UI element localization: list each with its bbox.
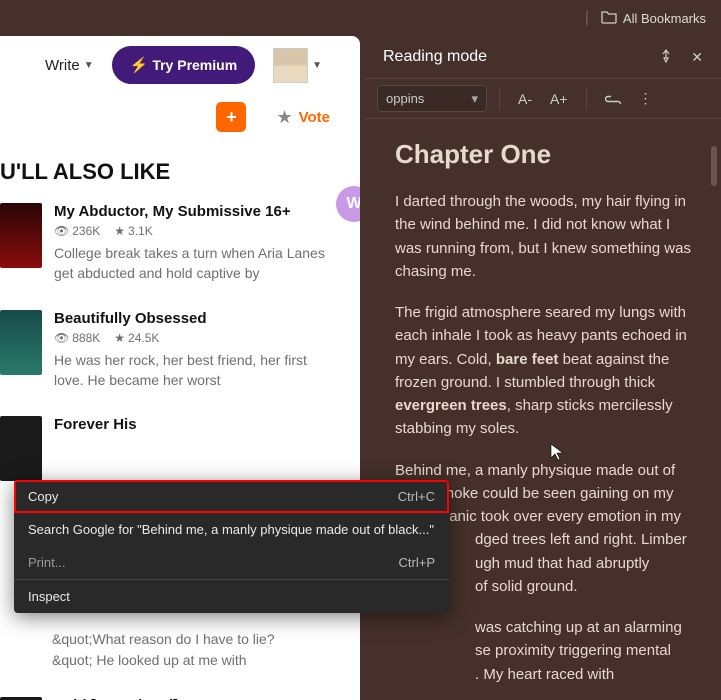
views-stat: 👁888K — [54, 331, 100, 345]
reader-header-actions: ✕ — [659, 49, 703, 66]
link-icon[interactable] — [599, 87, 627, 111]
separator: | — [585, 9, 589, 27]
font-select[interactable]: oppins — [377, 85, 487, 112]
story-cover — [0, 310, 42, 375]
eye-icon: 👁 — [54, 331, 69, 345]
toolbar-separator — [499, 88, 500, 110]
toolbar-separator — [586, 88, 587, 110]
story-desc: He was her rock, her best friend, her fi… — [54, 350, 340, 391]
action-row: + ★ Vote — [0, 94, 360, 144]
more-icon[interactable]: ⋮ — [633, 86, 659, 111]
font-name: oppins — [386, 91, 424, 106]
story-stats: 👁888K ★24.5K — [54, 331, 340, 345]
star-icon: ★ — [114, 331, 125, 345]
reading-mode-title: Reading mode — [383, 48, 487, 66]
write-label: Write — [45, 57, 80, 74]
context-print[interactable]: Print... Ctrl+P — [14, 546, 449, 579]
reader-toolbar: oppins A- A+ ⋮ — [365, 78, 721, 119]
print-label: Print... — [28, 555, 66, 570]
left-header: Write ▼ ⚡ Try Premium ▼ — [0, 36, 360, 94]
reader-header: Reading mode ✕ — [365, 36, 721, 78]
font-decrease-button[interactable]: A- — [512, 87, 538, 111]
story-item[interactable]: Beautifully Obsessed 👁888K ★24.5K He was… — [0, 302, 360, 409]
context-search[interactable]: Search Google for "Behind me, a manly ph… — [14, 513, 449, 546]
star-icon: ★ — [114, 224, 125, 238]
browser-topbar: | All Bookmarks — [0, 0, 721, 36]
story-info: My Abductor, My Submissive 16+ 👁236K ★3.… — [54, 203, 360, 284]
copy-shortcut: Ctrl+C — [398, 489, 435, 504]
story-desc: College break takes a turn when Aria Lan… — [54, 243, 340, 284]
story-stats: 👁236K ★3.1K — [54, 224, 340, 238]
search-label: Search Google for "Behind me, a manly ph… — [28, 522, 434, 537]
story-info: Beautifully Obsessed 👁888K ★24.5K He was… — [54, 310, 360, 391]
folder-icon — [601, 10, 617, 27]
avatar — [273, 48, 308, 83]
stars-stat: ★24.5K — [114, 331, 159, 345]
paragraph: was catching up at an alarming se proxim… — [395, 616, 691, 683]
story-item[interactable]: My Abductor, My Submissive 16+ 👁236K ★3.… — [0, 195, 360, 302]
story-title: My Abductor, My Submissive 16+ — [54, 203, 340, 220]
pin-icon[interactable] — [659, 49, 673, 66]
close-icon[interactable]: ✕ — [691, 49, 703, 66]
all-bookmarks-link[interactable]: All Bookmarks — [623, 11, 706, 26]
font-increase-button[interactable]: A+ — [544, 87, 574, 111]
inspect-label: Inspect — [28, 589, 70, 604]
user-menu[interactable]: ▼ — [273, 48, 322, 83]
context-inspect[interactable]: Inspect — [14, 580, 449, 613]
eye-icon: 👁 — [54, 224, 69, 238]
caret-down-icon: ▼ — [312, 60, 322, 71]
context-copy[interactable]: Copy Ctrl+C — [14, 480, 449, 513]
vote-label: Vote — [299, 109, 330, 126]
star-icon: ★ — [276, 107, 292, 128]
story-item[interactable]: Sold [Completed] — [0, 689, 360, 700]
add-button[interactable]: + — [216, 102, 246, 132]
story-title: Forever His — [54, 416, 340, 433]
try-premium-button[interactable]: ⚡ Try Premium — [112, 46, 256, 84]
views-stat: 👁236K — [54, 224, 100, 238]
scrollbar-thumb[interactable] — [711, 146, 717, 186]
story-cover — [0, 416, 42, 481]
print-shortcut: Ctrl+P — [399, 555, 435, 570]
paragraph: I darted through the woods, my hair flyi… — [395, 190, 691, 283]
story-info: Forever His — [54, 416, 360, 481]
story-title: Beautifully Obsessed — [54, 310, 340, 327]
story-list: My Abductor, My Submissive 16+ 👁236K ★3.… — [0, 195, 360, 700]
section-title: U'LL ALSO LIKE — [0, 149, 360, 195]
chapter-title: Chapter One — [395, 139, 691, 170]
copy-label: Copy — [28, 489, 58, 504]
obscured-text: &quot;What reason do I have to lie? &quo… — [0, 629, 360, 671]
caret-down-icon: ▼ — [84, 60, 94, 71]
premium-label: Try Premium — [152, 57, 237, 73]
write-button[interactable]: Write ▼ — [45, 57, 94, 74]
bolt-icon: ⚡ — [130, 56, 149, 74]
paragraph: The frigid atmosphere seared my lungs wi… — [395, 301, 691, 441]
vote-button[interactable]: ★ Vote — [276, 107, 330, 128]
context-menu: Copy Ctrl+C Search Google for "Behind me… — [14, 480, 449, 613]
story-cover — [0, 203, 42, 268]
stars-stat: ★3.1K — [114, 224, 152, 238]
